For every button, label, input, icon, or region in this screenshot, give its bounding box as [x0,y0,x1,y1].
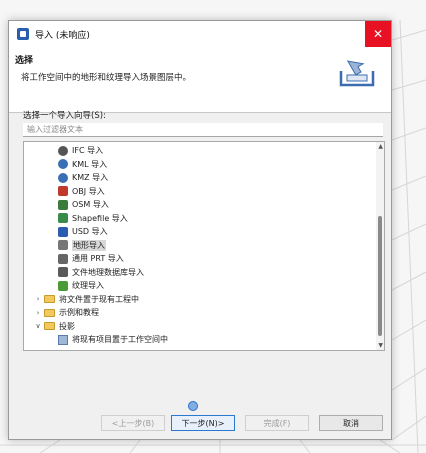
folder-icon [44,322,55,330]
wizard-prompt: 选择一个导入向导(S): [23,111,106,121]
wizard-item-label: IFC 导入 [72,146,104,155]
wizard-item[interactable]: OSM 导入 [58,198,109,211]
wizard-item[interactable]: USD 导入 [58,225,108,238]
wizard-item-label: 文件地理数据库导入 [72,267,144,277]
app-icon [17,28,29,40]
window-title: 导入 (未响应) [35,30,90,41]
chevron-right-icon[interactable]: › [34,309,42,317]
filter-input[interactable] [23,123,383,137]
wizard-item[interactable]: 地形导入 [58,239,106,252]
folder-icon [44,308,55,317]
folder-item[interactable]: ∨ 投影 [34,320,75,333]
folder-item[interactable]: › 示例和教程 [34,306,99,319]
shapefile-icon [58,213,68,223]
import-project-item[interactable]: 将现有项目置于工作空间中 [58,333,168,346]
folder-label: 投影 [59,321,75,331]
chevron-right-icon[interactable]: › [34,295,42,303]
next-button[interactable]: 下一步(N)> [171,415,235,431]
close-button[interactable]: ✕ [365,21,391,47]
wizard-item-label: 纹理导入 [72,281,104,290]
wizard-item[interactable]: 通用 PRT 导入 [58,252,124,265]
wizard-item[interactable]: KMZ 导入 [58,171,108,184]
back-button[interactable]: <上一步(B) [101,415,165,431]
wizard-item[interactable]: 文件地理数据库导入 [58,266,144,279]
folder-item[interactable]: › 将文件置于现有工程中 [34,293,139,306]
search-icon [58,199,68,210]
import-project-label: 将现有项目置于工作空间中 [72,335,168,344]
terrain-icon [58,240,68,250]
folder-label: 示例和教程 [59,308,99,317]
wizard-item-label: KMZ 导入 [72,173,109,182]
scroll-down-icon[interactable]: ▼ [378,342,383,349]
obj-icon [58,186,68,196]
globe-icon [58,172,68,183]
wizard-item[interactable]: OBJ 导入 [58,185,105,198]
finish-button[interactable]: 完成(F) [245,415,309,431]
scroll-thumb[interactable] [378,216,382,336]
folder-label: 将文件置于现有工程中 [59,294,139,304]
import-banner-icon [339,60,375,87]
mouse-cursor-indicator [188,401,198,411]
wizard-header: 选择 将工作空间中的地形和纹理导入场景图层中。 [9,47,391,113]
project-icon [58,334,68,345]
wizard-item-label: Shapefile 导入 [72,213,128,223]
usd-icon [58,226,68,237]
wizard-item-label: USD 导入 [72,227,108,236]
wizard-item-label: 地形导入 [72,239,106,251]
header-description: 将工作空间中的地形和纹理导入场景图层中。 [21,73,192,83]
wizard-item[interactable]: KML 导入 [58,158,107,171]
ifc-icon [58,145,68,156]
wizard-item-label: OSM 导入 [72,200,109,209]
wizard-item[interactable]: IFC 导入 [58,144,103,157]
prt-icon [58,253,68,264]
texture-icon [58,280,68,291]
cancel-button[interactable]: 取消 [319,415,383,431]
wizard-item-label: KML 导入 [72,159,108,169]
globe-icon [58,159,68,169]
chevron-down-icon[interactable]: ∨ [34,322,42,330]
title-bar: 导入 (未响应) ✕ [9,21,391,47]
scroll-up-icon[interactable]: ▲ [378,143,383,150]
tree-scrollbar[interactable]: ▲ ▼ [376,142,384,350]
folder-icon [44,295,55,303]
wizard-item-label: 通用 PRT 导入 [72,254,124,263]
wizard-tree: IFC 导入 KML 导入 KMZ 导入 OBJ 导入 OSM 导入 Shapefile … [23,141,385,351]
wizard-item-label: OBJ 导入 [72,186,105,196]
wizard-item[interactable]: Shapefile 导入 [58,212,128,225]
button-bar: <上一步(B) 下一步(N)> 完成(F) 取消 [9,413,391,441]
import-dialog: 导入 (未响应) ✕ 选择 将工作空间中的地形和纹理导入场景图层中。 选择一个导… [8,20,392,440]
header-title: 选择 [15,56,34,66]
wizard-item[interactable]: 纹理导入 [58,279,104,292]
database-icon [58,267,68,277]
